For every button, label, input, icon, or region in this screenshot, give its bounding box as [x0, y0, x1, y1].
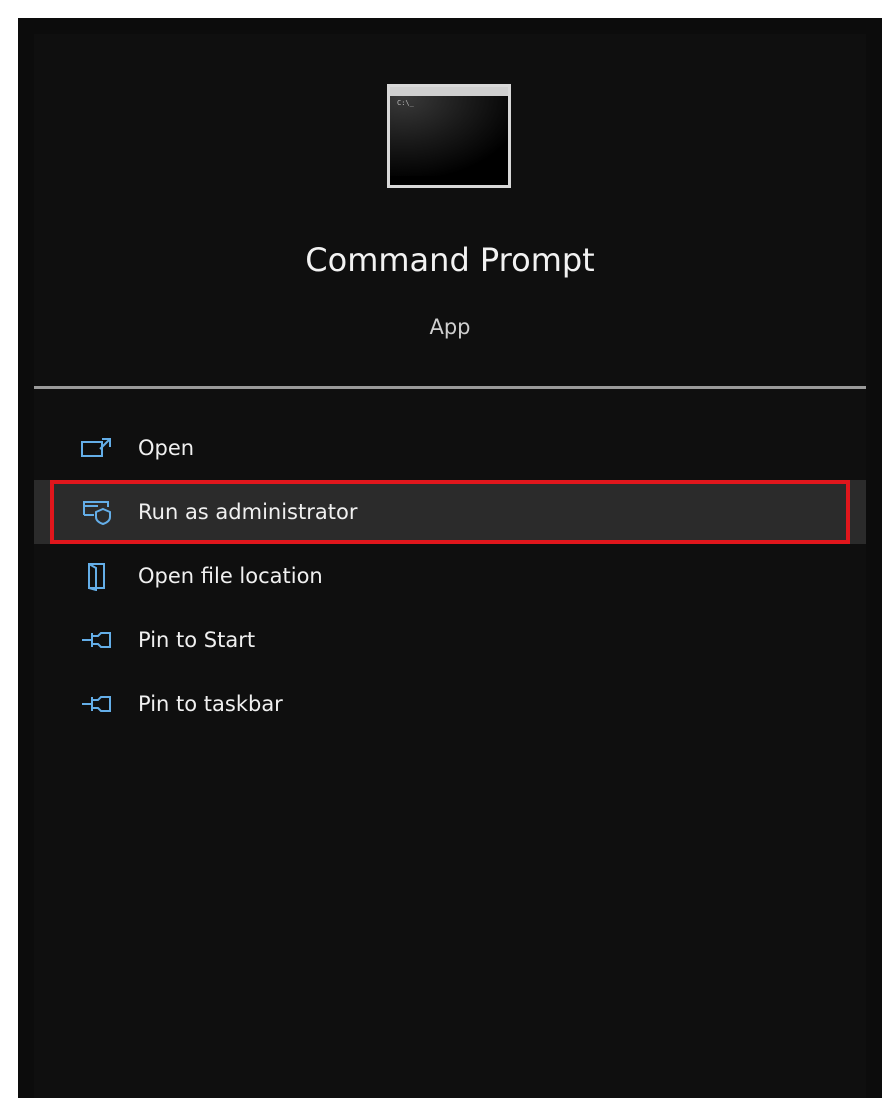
menu-item-open[interactable]: Open — [34, 416, 866, 480]
app-title: Command Prompt — [305, 241, 595, 279]
menu-item-label: Open file location — [138, 564, 323, 588]
menu-item-pin-to-taskbar[interactable]: Pin to taskbar — [34, 672, 866, 736]
pin-icon — [80, 626, 114, 654]
icon-screen — [390, 96, 508, 176]
menu-item-label: Run as administrator — [138, 500, 358, 524]
start-menu-frame: C:\_ Command Prompt App Open Run as admi… — [18, 18, 882, 1098]
menu-item-label: Pin to Start — [138, 628, 256, 652]
section-divider — [34, 386, 866, 389]
app-type-label: App — [429, 315, 471, 339]
app-details-panel: C:\_ Command Prompt App Open Run as admi… — [34, 34, 866, 1098]
menu-item-label: Open — [138, 436, 195, 460]
app-context-menu: Open Run as administrator Open file loca… — [34, 416, 866, 736]
icon-titlebar — [390, 87, 508, 96]
shield-window-icon — [80, 498, 114, 526]
menu-item-pin-to-start[interactable]: Pin to Start — [34, 608, 866, 672]
menu-item-open-file-location[interactable]: Open file location — [34, 544, 866, 608]
menu-item-run-as-administrator[interactable]: Run as administrator — [34, 480, 866, 544]
folder-location-icon — [80, 562, 114, 591]
icon-prompt-glyph: C:\_ — [397, 99, 414, 107]
open-icon — [80, 434, 114, 462]
command-prompt-icon: C:\_ — [387, 84, 511, 188]
pin-icon — [80, 690, 114, 718]
menu-item-label: Pin to taskbar — [138, 692, 283, 716]
